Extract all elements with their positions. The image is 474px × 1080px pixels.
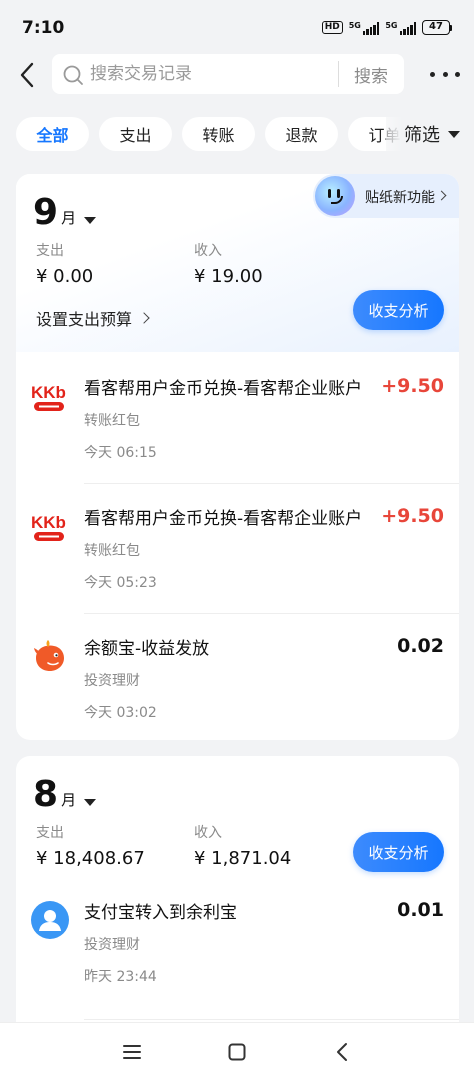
signal-icon: 5G (349, 21, 380, 35)
income-label: 收入 (194, 825, 222, 841)
transaction-title: 看客帮用户金币兑换-看客帮企业账户 (84, 379, 363, 399)
transaction-time: 今天 05:23 (84, 575, 157, 591)
month-summary: 8 月 支出 ¥ 18,408.67 收入 ¥ 1,871.04 收支分析 (16, 756, 459, 886)
filter-chip-transfer[interactable]: 转账 (182, 117, 255, 151)
sticker-feature-tag[interactable]: 贴纸新功能 (313, 174, 459, 218)
back-button[interactable] (10, 56, 44, 94)
expense-label: 支出 (36, 825, 64, 841)
battery-icon: 47 (422, 20, 452, 35)
transaction-amount: +9.50 (381, 375, 444, 397)
set-budget-link[interactable]: 设置支出预算 (36, 306, 150, 330)
filter-bar: 全部 支出 转账 退款 订单 筛选 (0, 116, 474, 152)
search-box: 搜索 (52, 54, 404, 94)
network-type-1: 5G (348, 20, 361, 30)
search-header: 搜索 (0, 52, 474, 98)
month-card: 9 月 贴纸新功能 支出 ¥ 0.00 收入 ¥ 19.00 设置支出预算 收支… (16, 174, 459, 740)
back-triangle-icon (337, 1043, 347, 1061)
row-divider (84, 1019, 459, 1020)
income-value: ¥ 1,871.04 (194, 848, 292, 869)
month-selector[interactable]: 8 月 (33, 774, 97, 815)
transaction-amount: 0.01 (397, 899, 444, 921)
month-unit: 月 (61, 209, 77, 227)
income-expense-analysis-button[interactable]: 收支分析 (353, 832, 444, 872)
income-expense-analysis-button[interactable]: 收支分析 (353, 290, 444, 330)
chevron-right-icon (436, 190, 447, 201)
expense-label: 支出 (36, 243, 64, 259)
yuebao-icon (34, 640, 64, 671)
expense-stat: 支出 ¥ 0.00 (36, 240, 93, 287)
transaction-category: 转账红包 (84, 543, 140, 559)
kkb-logo-icon: KKb (31, 513, 66, 541)
menu-button[interactable] (117, 1037, 147, 1067)
status-icons: HD 5G 5G 47 (321, 20, 452, 35)
more-options-button[interactable] (430, 60, 460, 88)
transaction-title: 支付宝转入到余利宝 (84, 903, 237, 923)
user-avatar-icon (31, 901, 69, 939)
transaction-row[interactable]: KKb 看客帮用户金币兑换-看客帮企业账户 转账红包 今天 06:15 +9.5… (16, 354, 459, 484)
transaction-title: 余额宝-收益发放 (84, 639, 210, 659)
transaction-category: 投资理财 (84, 937, 140, 953)
transaction-amount: 0.02 (397, 635, 444, 657)
income-stat: 收入 ¥ 19.00 (194, 240, 263, 287)
month-number: 8 (33, 774, 59, 815)
expense-stat: 支出 ¥ 18,408.67 (36, 822, 145, 869)
svg-text:KKb: KKb (31, 513, 66, 532)
filter-chip-refund[interactable]: 退款 (265, 117, 338, 151)
month-summary: 9 月 贴纸新功能 支出 ¥ 0.00 收入 ¥ 19.00 设置支出预算 收支… (16, 174, 459, 354)
search-icon (63, 65, 83, 85)
transaction-category: 转账红包 (84, 413, 140, 429)
month-selector[interactable]: 9 月 (33, 192, 97, 233)
network-type-2: 5G (385, 20, 398, 30)
filter-chip-expense[interactable]: 支出 (99, 117, 172, 151)
kkb-logo-icon: KKb (31, 383, 66, 411)
filter-dropdown[interactable]: 筛选 (386, 116, 474, 152)
transaction-time: 今天 03:02 (84, 705, 157, 721)
home-square-icon (228, 1043, 246, 1061)
search-input[interactable] (90, 54, 380, 94)
month-unit: 月 (61, 791, 77, 809)
transaction-title: 看客帮用户金币兑换-看客帮企业账户 (84, 509, 363, 529)
transaction-time: 今天 06:15 (84, 445, 157, 461)
income-value: ¥ 19.00 (194, 266, 263, 287)
income-stat: 收入 ¥ 1,871.04 (194, 822, 291, 869)
filter-dropdown-label: 筛选 (404, 125, 440, 146)
system-back-button[interactable] (327, 1037, 357, 1067)
menu-icon (123, 1045, 141, 1059)
expense-value: ¥ 18,408.67 (36, 848, 145, 869)
smiley-face-icon (315, 176, 355, 216)
home-button[interactable] (222, 1037, 252, 1067)
set-budget-label: 设置支出预算 (36, 310, 133, 329)
transaction-row[interactable]: 余额宝-收益发放 投资理财 今天 03:02 0.02 (16, 614, 459, 740)
status-time: 7:10 (22, 18, 65, 38)
search-button[interactable]: 搜索 (339, 54, 403, 94)
caret-down-icon (448, 130, 460, 138)
transaction-category: 投资理财 (84, 673, 140, 689)
hd-badge: HD (321, 21, 343, 34)
transaction-amount: +9.50 (381, 505, 444, 527)
status-bar: 7:10 HD 5G 5G 47 (0, 0, 474, 52)
transaction-row[interactable]: 支付宝转入到余利宝 投资理财 昨天 23:44 0.01 (16, 886, 459, 1020)
system-nav-bar (0, 1022, 474, 1080)
signal-icon: 5G (385, 21, 416, 35)
battery-level: 47 (422, 20, 450, 35)
expense-value: ¥ 0.00 (36, 266, 94, 287)
caret-down-icon (84, 217, 97, 224)
chevron-right-icon (138, 312, 150, 324)
sticker-tag-label: 贴纸新功能 (365, 190, 435, 206)
month-card: 8 月 支出 ¥ 18,408.67 收入 ¥ 1,871.04 收支分析 支付… (16, 756, 459, 1036)
transaction-row[interactable]: KKb 看客帮用户金币兑换-看客帮企业账户 转账红包 今天 05:23 +9.5… (16, 484, 459, 614)
transaction-time: 昨天 23:44 (84, 969, 157, 985)
caret-down-icon (84, 799, 97, 806)
back-arrow-icon (20, 62, 34, 88)
filter-chip-all[interactable]: 全部 (16, 117, 89, 151)
svg-text:KKb: KKb (31, 383, 66, 402)
month-number: 9 (33, 192, 59, 233)
income-label: 收入 (194, 243, 222, 259)
